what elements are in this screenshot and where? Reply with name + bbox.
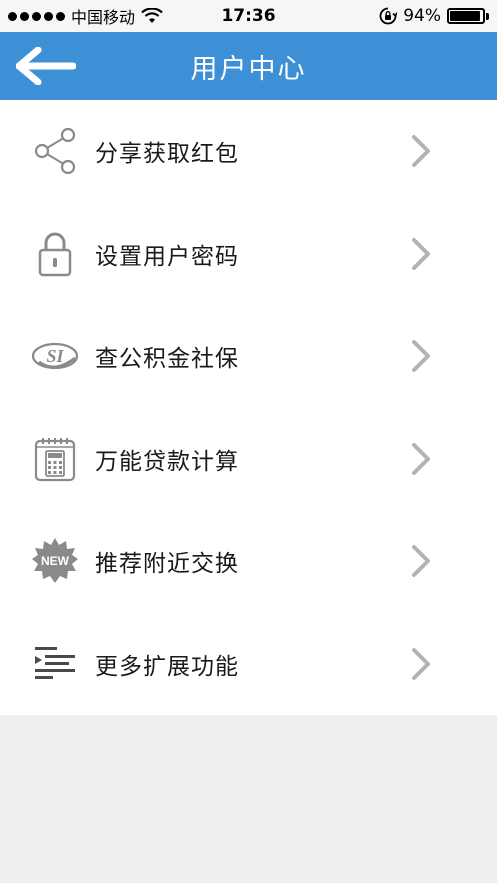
chevron-right-icon — [408, 441, 434, 477]
status-right: 94% — [379, 0, 489, 32]
wifi-icon — [141, 8, 163, 23]
menu-item-label: 更多扩展功能 — [95, 653, 239, 680]
menu-item-share[interactable]: 分享获取红包 — [0, 100, 497, 203]
menu-item-password[interactable]: 设置用户密码 — [0, 203, 497, 306]
status-bar: 中国移动 17:36 94% — [0, 0, 497, 32]
carrier-name: 中国移动 — [71, 8, 136, 27]
new-badge-icon: NEW — [30, 536, 80, 586]
menu-item-social-security[interactable]: SI 查公积金社保 — [0, 305, 497, 408]
menu-list: 分享获取红包 设置用户密码 SI 查公积金社保 万能贷款计算 NEW 推荐附近交… — [0, 100, 497, 715]
more-list-icon — [30, 639, 80, 689]
menu-item-label: 设置用户密码 — [95, 243, 239, 270]
svg-text:NEW: NEW — [41, 554, 70, 568]
battery-percent: 94% — [403, 6, 441, 26]
chevron-right-icon — [408, 338, 434, 374]
back-button[interactable] — [12, 40, 80, 92]
arrow-left-icon — [16, 47, 76, 85]
menu-item-loan-calculator[interactable]: 万能贷款计算 — [0, 408, 497, 511]
battery-icon — [447, 8, 489, 24]
menu-item-more-features[interactable]: 更多扩展功能 — [0, 613, 497, 716]
menu-item-nearby-exchange[interactable]: NEW 推荐附近交换 — [0, 510, 497, 613]
status-left: 中国移动 — [8, 0, 163, 32]
svg-text:SI: SI — [46, 346, 64, 366]
share-icon — [30, 126, 80, 176]
menu-item-label: 分享获取红包 — [95, 141, 239, 168]
lock-icon — [30, 229, 80, 279]
menu-item-label: 查公积金社保 — [95, 346, 239, 373]
page-title: 用户中心 — [190, 53, 307, 85]
orientation-lock-icon — [379, 7, 398, 25]
nav-bar: 用户中心 — [0, 32, 497, 100]
chevron-right-icon — [408, 646, 434, 682]
calculator-icon — [30, 434, 80, 484]
chevron-right-icon — [408, 133, 434, 169]
menu-item-label: 万能贷款计算 — [95, 448, 239, 475]
empty-background — [0, 715, 497, 883]
si-logo-icon: SI — [30, 331, 80, 381]
battery-fill — [450, 11, 481, 21]
menu-item-label: 推荐附近交换 — [95, 551, 239, 578]
signal-strength-icon — [8, 11, 65, 21]
chevron-right-icon — [408, 543, 434, 579]
chevron-right-icon — [408, 236, 434, 272]
